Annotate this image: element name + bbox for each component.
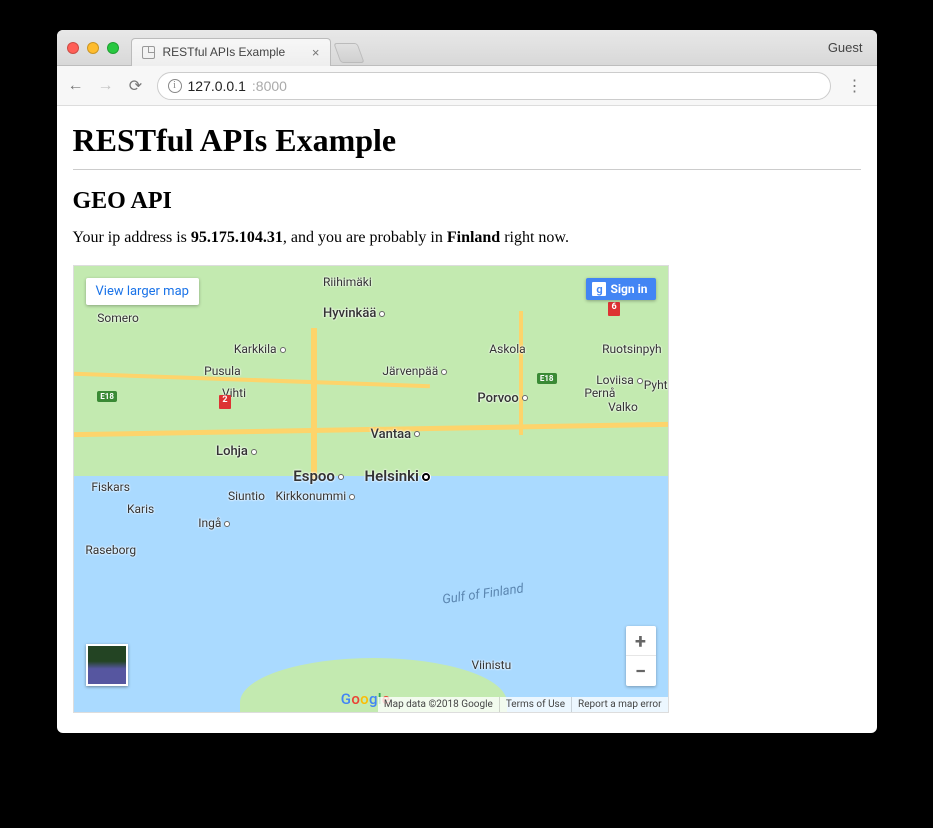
water-label: Gulf of Finland (441, 581, 524, 607)
city-label: Askola (489, 342, 525, 356)
city-label: Kirkkonummi (275, 489, 355, 503)
country-value: Finland (447, 229, 500, 246)
road-shield: E18 (97, 391, 117, 402)
report-error-link[interactable]: Report a map error (571, 697, 667, 712)
ip-intro-text: Your ip address is (73, 229, 191, 246)
attribution-data: Map data ©2018 Google (378, 697, 499, 712)
city-label: Fiskars (91, 480, 130, 494)
zoom-control: + − (626, 626, 656, 686)
page-content: RESTful APIs Example GEO API Your ip add… (57, 106, 877, 733)
city-label: Pyhtä (644, 378, 669, 392)
road-shield: E18 (537, 373, 557, 384)
ip-address-value: 95.175.104.31 (191, 229, 283, 246)
city-label: Siuntio (228, 489, 265, 503)
map-attribution: Map data ©2018 Google Terms of Use Repor… (378, 697, 668, 712)
map-road (519, 311, 523, 436)
reload-button[interactable]: ⟳ (127, 76, 145, 96)
terms-link[interactable]: Terms of Use (499, 697, 571, 712)
map-embed[interactable]: Riihimäki Somero Hyvinkää Karkkila Askol… (73, 265, 669, 713)
ip-end-text: right now. (500, 229, 569, 246)
signin-label: Sign in (610, 282, 647, 296)
view-larger-map-button[interactable]: View larger map (86, 278, 199, 305)
map-road (311, 328, 317, 480)
toolbar: ← → ⟳ i 127.0.0.1 :8000 ⋮ (57, 66, 877, 106)
zoom-in-button[interactable]: + (626, 626, 656, 656)
city-label: Ruotsinpyh (602, 342, 661, 356)
city-label: Lohja (216, 444, 257, 459)
address-port: :8000 (252, 78, 287, 94)
section-title: GEO API (73, 188, 861, 215)
city-label: Espoo (293, 467, 344, 485)
city-label: Pusula (204, 364, 240, 378)
city-label: Raseborg (85, 543, 136, 557)
city-label: Ingå (198, 516, 230, 530)
city-label: Loviisa (596, 373, 643, 387)
tab-title: RESTful APIs Example (163, 45, 286, 59)
city-label: Valko (608, 400, 638, 414)
zoom-out-button[interactable]: − (626, 656, 656, 686)
city-label: Riihimäki (323, 275, 372, 289)
minimize-window-icon[interactable] (87, 42, 99, 54)
new-tab-button[interactable] (333, 43, 364, 63)
city-label: Porvoo (477, 391, 527, 406)
city-label: Somero (97, 311, 139, 325)
close-window-icon[interactable] (67, 42, 79, 54)
geo-sentence: Your ip address is 95.175.104.31, and yo… (73, 229, 861, 247)
city-label: Viinistu (471, 658, 511, 672)
city-label: Karis (127, 502, 154, 516)
map-signin-button[interactable]: g Sign in (586, 278, 655, 300)
site-info-icon[interactable]: i (168, 79, 182, 93)
address-host: 127.0.0.1 (188, 78, 246, 94)
browser-window: RESTful APIs Example × Guest ← → ⟳ i 127… (57, 30, 877, 733)
browser-menu-button[interactable]: ⋮ (843, 76, 867, 96)
city-label: Karkkila (234, 342, 286, 356)
city-label: Hyvinkää (323, 306, 385, 321)
titlebar: RESTful APIs Example × Guest (57, 30, 877, 66)
city-label-helsinki: Helsinki (365, 467, 430, 485)
city-label: Järvenpää (382, 364, 447, 378)
window-controls (67, 42, 119, 54)
page-title: RESTful APIs Example (73, 122, 861, 159)
road-shield: 2 (219, 395, 231, 409)
google-g-icon: g (592, 282, 606, 296)
address-bar[interactable]: i 127.0.0.1 :8000 (157, 72, 831, 100)
maximize-window-icon[interactable] (107, 42, 119, 54)
back-button[interactable]: ← (67, 77, 85, 95)
forward-button: → (97, 77, 115, 95)
profile-label[interactable]: Guest (828, 40, 863, 55)
road-shield: 6 (608, 302, 620, 316)
divider (73, 169, 861, 170)
page-icon (142, 46, 155, 59)
city-label: Vantaa (371, 427, 421, 442)
close-tab-icon[interactable]: × (312, 45, 320, 60)
city-label: Pernå (584, 386, 615, 400)
satellite-toggle[interactable] (86, 644, 128, 686)
ip-mid-text: , and you are probably in (283, 229, 447, 246)
browser-tab[interactable]: RESTful APIs Example × (131, 38, 331, 66)
